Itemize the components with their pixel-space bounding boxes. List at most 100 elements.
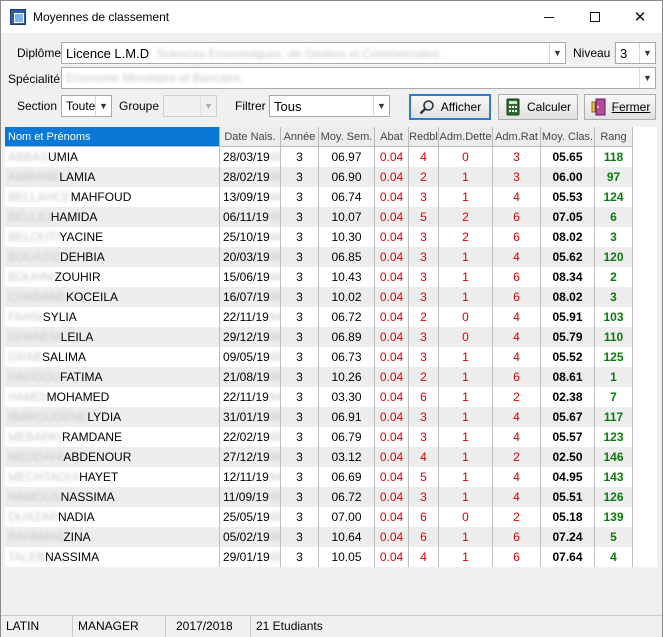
cell-date-hidden: 95 [269, 170, 280, 184]
cell-nom-visible: UMIA [48, 150, 79, 164]
table-row[interactable]: MECHTAOUI HAYET 12/11/19 94 3 06.69 0.04 5 1 4 04… [5, 467, 633, 487]
cell-annee: 3 [281, 527, 319, 547]
table-row[interactable]: OUAZAR NADIA25/05/1995307.000.0460205.18… [5, 507, 633, 527]
cell-nom: RAHMANI ZINA [5, 527, 220, 547]
niveau-select[interactable]: 3 ▼ [615, 42, 656, 64]
cell-abat: 0.04 [375, 547, 409, 567]
cell-adm-dette: 0 [439, 307, 493, 327]
cell-adm-rat: 4 [493, 467, 541, 487]
table-row[interactable]: IBAROUDENE LYDIA31/01/1995306.910.043140… [5, 407, 633, 427]
table-row[interactable]: AMRANE LAMIA28/02/1995306.900.0421306.00… [5, 167, 633, 187]
cell-adm-dette: 1 [439, 527, 493, 547]
table-row[interactable]: ABBAS UMIA28/03/1995306.970.0440305.6511… [5, 147, 633, 167]
cell-annee: 3 [281, 367, 319, 387]
cell-redbl: 6 [409, 507, 439, 527]
title-bar[interactable]: Moyennes de classement ✕ [1, 1, 662, 33]
cell-rang: 7 [595, 387, 633, 407]
table-row[interactable]: BELLAHCE MAHFOUD13/09/1994306.740.043140… [5, 187, 633, 207]
cell-rang: 125 [595, 347, 633, 367]
header-col-date[interactable]: Date Nais. [220, 127, 281, 147]
cell-nom: NAMOUS NASSIMA [5, 487, 220, 507]
table-row[interactable]: NAMOUS NASSIMA 11/09/19 95 3 06.72 0.04 3 1 4 05.… [5, 487, 633, 507]
cell-annee: 3 [281, 287, 319, 307]
cell-adm-rat: 4 [493, 247, 541, 267]
cell-date-hidden: 95 [269, 430, 280, 444]
cell-moy-sem: 10.07 [319, 207, 375, 227]
cell-moy-clas: 04.95 [541, 467, 595, 487]
cell-annee: 3 [281, 407, 319, 427]
filtrer-select[interactable]: Tous ▼ [269, 95, 390, 117]
table-row[interactable]: BELOUTI YACINE25/10/1994310.300.0432608.… [5, 227, 633, 247]
window-title: Moyennes de classement [33, 10, 170, 24]
cell-nom-hidden: NAMOUS [8, 490, 61, 504]
cell-date: 22/02/1995 [220, 427, 281, 447]
table-row[interactable]: BOUHNI ZOUHIR15/06/1994310.430.0431608.3… [5, 267, 633, 287]
cell-nom-visible: LAMIA [59, 170, 96, 184]
table-row[interactable]: FAHSI SYLIA 22/11/19 94 3 06.72 0.04 2 0 4 05.91 1… [5, 307, 633, 327]
cell-nom-hidden: FAHSI [8, 310, 43, 324]
cell-date: 22/11/19 94 [220, 307, 281, 327]
header-col-adm-dette[interactable]: Adm.Dette [439, 127, 493, 147]
table-row[interactable]: BELLILI HAMIDA 06/11/19 95 3 10.07 0.04 5 2 6 07.… [5, 207, 633, 227]
cell-abat: 0.04 [375, 487, 409, 507]
table-row[interactable]: MEDDAHI ABDENOUR27/12/1994303.120.044120… [5, 447, 633, 467]
cell-nom-visible: SYLIA [42, 310, 77, 324]
table-row[interactable]: GRAB SALIMA09/05/1995306.730.0431405.521… [5, 347, 633, 367]
header-col-moy-clas[interactable]: Moy. Clas. [541, 127, 595, 147]
close-button[interactable]: ✕ [617, 1, 663, 33]
magnifier-icon [419, 100, 434, 115]
cell-nom-visible: RAMDANE [62, 430, 123, 444]
students-grid[interactable]: Nom et Prénoms Date Nais. Année Moy. Sem. Ab… [5, 127, 657, 567]
table-row[interactable]: CHABANE KOCEILA16/07/1995310.020.0431608… [5, 287, 633, 307]
table-row[interactable]: RAHMANI ZINA05/02/1995310.640.0461607.24… [5, 527, 633, 547]
cell-nom: BOUHNI ZOUHIR [5, 267, 220, 287]
cell-adm-rat: 2 [493, 387, 541, 407]
table-row[interactable]: BOUAZIZ DEHBIA20/03/1995306.850.0431405.… [5, 247, 633, 267]
header-col-nom[interactable]: Nom et Prénoms [5, 127, 220, 147]
cell-rang: 124 [595, 187, 633, 207]
maximize-button[interactable] [572, 1, 618, 33]
cell-abat: 0.04 [375, 167, 409, 187]
cell-date: 13/09/1994 [220, 187, 281, 207]
cell-moy-clas: 08.02 [541, 287, 595, 307]
cell-annee: 3 [281, 427, 319, 447]
table-row[interactable]: TALEB NASSIMA29/01/1995310.050.0441607.6… [5, 547, 633, 567]
diplome-select[interactable]: Licence L.M.D Sciences Economiques, de G… [61, 42, 566, 64]
cell-adm-dette: 1 [439, 487, 493, 507]
cell-adm-rat: 6 [493, 267, 541, 287]
door-exit-icon [591, 98, 606, 116]
cell-nom-visible: ZOUHIR [54, 270, 101, 284]
table-row[interactable]: GHANEM LEILA29/12/1994306.890.0430405.79… [5, 327, 633, 347]
cell-nom-visible: NASSIMA [45, 550, 100, 564]
cell-adm-rat: 6 [493, 287, 541, 307]
cell-abat: 0.04 [375, 387, 409, 407]
table-row[interactable]: MEBARKI RAMDANE22/02/1995306.790.0431405… [5, 427, 633, 447]
cell-date-hidden: 95 [269, 250, 280, 264]
afficher-button[interactable]: Afficher [409, 94, 491, 120]
header-col-rang[interactable]: Rang [595, 127, 633, 147]
cell-date-visible: 28/03/19 [223, 150, 270, 164]
cell-date-visible: 31/01/19 [223, 410, 270, 424]
cell-adm-rat: 4 [493, 187, 541, 207]
table-row[interactable]: HAMDI MOHAMED 22/11/19 94 3 03.30 0.04 6 1 2 02.3… [5, 387, 633, 407]
fermer-button[interactable]: Fermer [584, 94, 656, 120]
specialite-select[interactable]: Economie Monétaire et Bancaire. ▼ [61, 67, 656, 89]
cell-moy-sem: 06.90 [319, 167, 375, 187]
section-select[interactable]: Toute ▼ [61, 95, 112, 117]
groupe-select[interactable]: ▼ [163, 95, 217, 117]
cell-redbl: 3 [409, 247, 439, 267]
header-col-adm-rat[interactable]: Adm.Rat [493, 127, 541, 147]
header-col-moy-sem[interactable]: Moy. Sem. [319, 127, 375, 147]
header-col-abat[interactable]: Abat [375, 127, 409, 147]
header-col-annee[interactable]: Année [281, 127, 319, 147]
cell-adm-rat: 4 [493, 347, 541, 367]
cell-date-visible: 06/11/19 [223, 210, 269, 224]
status-user: MANAGER [73, 616, 166, 637]
header-col-redbl[interactable]: Redbl [409, 127, 439, 147]
table-row[interactable]: HADDOU FATIMA21/08/1995310.260.0421608.6… [5, 367, 633, 387]
cell-redbl: 3 [409, 407, 439, 427]
cell-adm-dette: 1 [439, 387, 493, 407]
cell-nom-hidden: HADDOU [8, 370, 61, 384]
minimize-button[interactable] [526, 1, 572, 33]
calculer-button[interactable]: Calculer [498, 94, 578, 120]
